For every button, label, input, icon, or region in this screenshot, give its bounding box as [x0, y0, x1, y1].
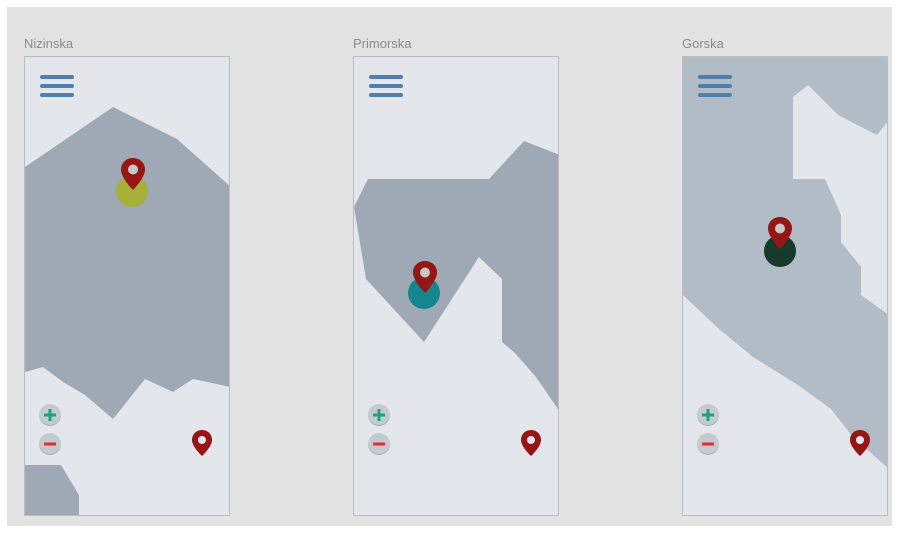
menu-button[interactable] — [40, 75, 74, 99]
map-pin-icon[interactable] — [767, 216, 793, 250]
zoom-out-button[interactable] — [368, 433, 390, 455]
map-pin-icon[interactable] — [120, 157, 146, 191]
panel-title-primorska: Primorska — [353, 36, 412, 51]
map-view-primorska[interactable] — [353, 56, 559, 516]
plus-icon — [44, 409, 56, 421]
zoom-in-button[interactable] — [39, 404, 61, 426]
minus-icon — [373, 442, 385, 446]
plus-icon — [702, 409, 714, 421]
minus-icon — [702, 442, 714, 446]
region-shape — [25, 107, 229, 419]
location-pin-icon — [192, 430, 212, 456]
zoom-out-button[interactable] — [39, 433, 61, 455]
location-pin-icon — [521, 430, 541, 456]
region-shape — [25, 465, 79, 515]
map-view-nizinska[interactable] — [24, 56, 230, 516]
region-shape — [354, 141, 558, 410]
locate-button[interactable] — [520, 429, 542, 457]
plus-icon — [373, 409, 385, 421]
zoom-in-button[interactable] — [368, 404, 390, 426]
locate-button[interactable] — [849, 429, 871, 457]
minus-icon — [44, 442, 56, 446]
menu-button[interactable] — [698, 75, 732, 99]
map-pin-icon[interactable] — [412, 260, 438, 294]
panel-title-gorska: Gorska — [682, 36, 724, 51]
zoom-in-button[interactable] — [697, 404, 719, 426]
location-pin-icon — [850, 430, 870, 456]
panel-title-nizinska: Nizinska — [24, 36, 74, 51]
zoom-out-button[interactable] — [697, 433, 719, 455]
map-view-gorska[interactable] — [682, 56, 888, 516]
menu-button[interactable] — [369, 75, 403, 99]
locate-button[interactable] — [191, 429, 213, 457]
